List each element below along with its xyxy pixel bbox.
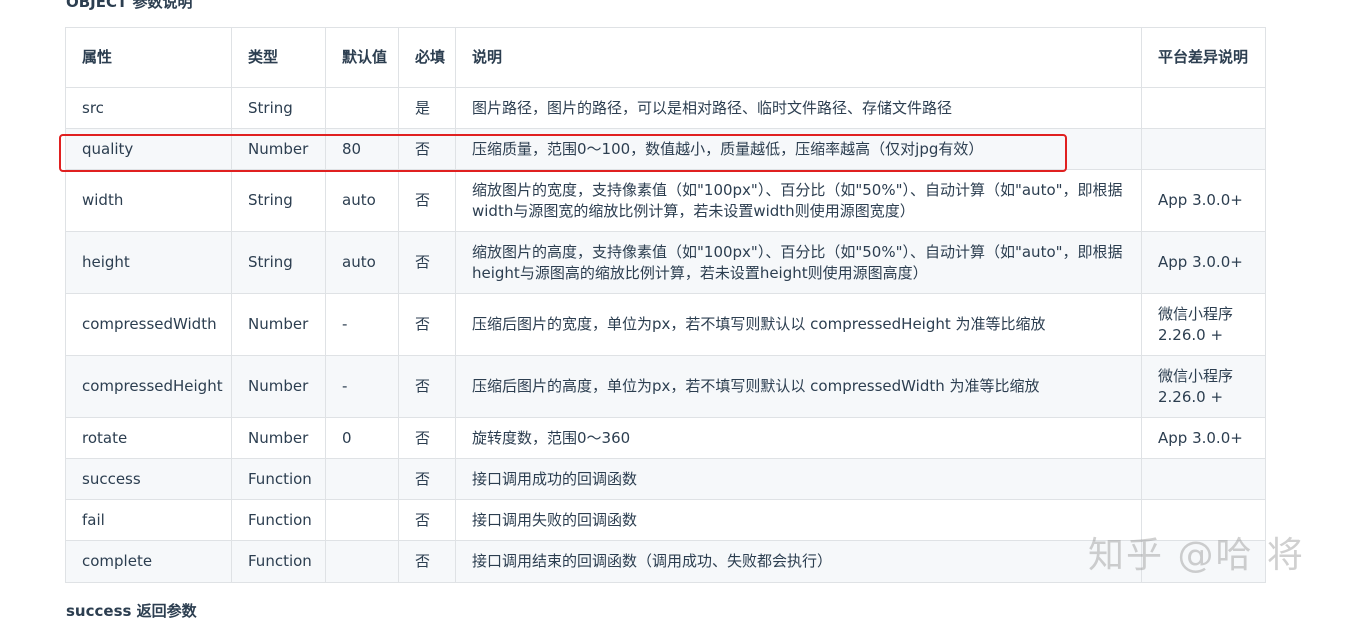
table-row: success Function 否 接口调用成功的回调函数 [65,458,1266,500]
header-required: 必填 [398,27,456,88]
cell-required: 是 [398,87,456,129]
cell-platform: App 3.0.0+ [1141,169,1266,232]
header-type: 类型 [231,27,326,88]
cell-required: 否 [398,293,456,356]
cell-description: 缩放图片的高度，支持像素值（如"100px"）、百分比（如"50%"）、自动计算… [455,231,1142,294]
cell-type: String [231,231,326,294]
cell-required: 否 [398,169,456,232]
cell-default: 0 [325,417,399,459]
cell-platform [1141,458,1266,500]
table-row: width String auto 否 缩放图片的宽度，支持像素值（如"100p… [65,169,1266,232]
cell-platform: App 3.0.0+ [1141,231,1266,294]
header-platform: 平台差异说明 [1141,27,1266,88]
cell-description: 旋转度数，范围0～360 [455,417,1142,459]
cell-attribute: src [65,87,232,129]
cell-type: Number [231,355,326,418]
cell-platform: 微信小程序 2.26.0 + [1141,293,1266,356]
cell-required: 否 [398,231,456,294]
cell-type: String [231,169,326,232]
table-row: compressedWidth Number - 否 压缩后图片的宽度，单位为p… [65,293,1266,356]
cell-description: 压缩后图片的高度，单位为px，若不填写则默认以 compressedWidth … [455,355,1142,418]
cell-attribute: rotate [65,417,232,459]
cell-type: Number [231,293,326,356]
cell-description: 缩放图片的宽度，支持像素值（如"100px"）、百分比（如"50%"）、自动计算… [455,169,1142,232]
cell-platform: App 3.0.0+ [1141,417,1266,459]
cell-description: 压缩质量，范围0～100，数值越小，质量越低，压缩率越高（仅对jpg有效） [455,128,1142,170]
cell-required: 否 [398,499,456,541]
cell-type: Function [231,499,326,541]
cell-platform [1141,128,1266,170]
cell-type: Number [231,128,326,170]
section-title: OBJECT 参数说明 [66,0,193,11]
watermark: 知乎 @哈 将 [1088,535,1305,576]
cell-default: 80 [325,128,399,170]
cell-platform: 微信小程序 2.26.0 + [1141,355,1266,418]
header-description: 说明 [455,27,1142,88]
cell-description: 压缩后图片的宽度，单位为px，若不填写则默认以 compressedHeight… [455,293,1142,356]
cell-type: Function [231,540,326,583]
cell-description: 接口调用失败的回调函数 [455,499,1142,541]
table-row: height String auto 否 缩放图片的高度，支持像素值（如"100… [65,231,1266,294]
cell-attribute: quality [65,128,232,170]
cell-default [325,458,399,500]
cell-attribute: height [65,231,232,294]
cell-required: 否 [398,417,456,459]
cell-attribute: compressedWidth [65,293,232,356]
cell-attribute: success [65,458,232,500]
table-row: fail Function 否 接口调用失败的回调函数 [65,499,1266,541]
cell-attribute: complete [65,540,232,583]
cell-attribute: compressedHeight [65,355,232,418]
cell-type: String [231,87,326,129]
cell-default [325,499,399,541]
cell-description: 接口调用成功的回调函数 [455,458,1142,500]
table-header-row: 属性 类型 默认值 必填 说明 平台差异说明 [65,27,1266,88]
cell-default: - [325,293,399,356]
cell-default: auto [325,169,399,232]
table-row: src String 是 图片路径，图片的路径，可以是相对路径、临时文件路径、存… [65,87,1266,129]
table-row: complete Function 否 接口调用结束的回调函数（调用成功、失败都… [65,540,1266,583]
table-row: compressedHeight Number - 否 压缩后图片的高度，单位为… [65,355,1266,418]
cell-description: 图片路径，图片的路径，可以是相对路径、临时文件路径、存储文件路径 [455,87,1142,129]
cell-default [325,87,399,129]
cell-required: 否 [398,128,456,170]
cell-required: 否 [398,355,456,418]
cell-type: Number [231,417,326,459]
cell-required: 否 [398,458,456,500]
cell-platform [1141,87,1266,129]
cell-type: Function [231,458,326,500]
cell-default: - [325,355,399,418]
cell-required: 否 [398,540,456,583]
params-table: 属性 类型 默认值 必填 说明 平台差异说明 src String 是 图片路径… [65,27,1266,583]
header-default: 默认值 [325,27,399,88]
cell-default: auto [325,231,399,294]
table-row: quality Number 80 否 压缩质量，范围0～100，数值越小，质量… [65,128,1266,170]
table-row: rotate Number 0 否 旋转度数，范围0～360 App 3.0.0… [65,417,1266,459]
next-section-title: success 返回参数 [66,602,197,620]
header-attribute: 属性 [65,27,232,88]
cell-default [325,540,399,583]
cell-attribute: fail [65,499,232,541]
cell-attribute: width [65,169,232,232]
cell-description: 接口调用结束的回调函数（调用成功、失败都会执行） [455,540,1142,583]
